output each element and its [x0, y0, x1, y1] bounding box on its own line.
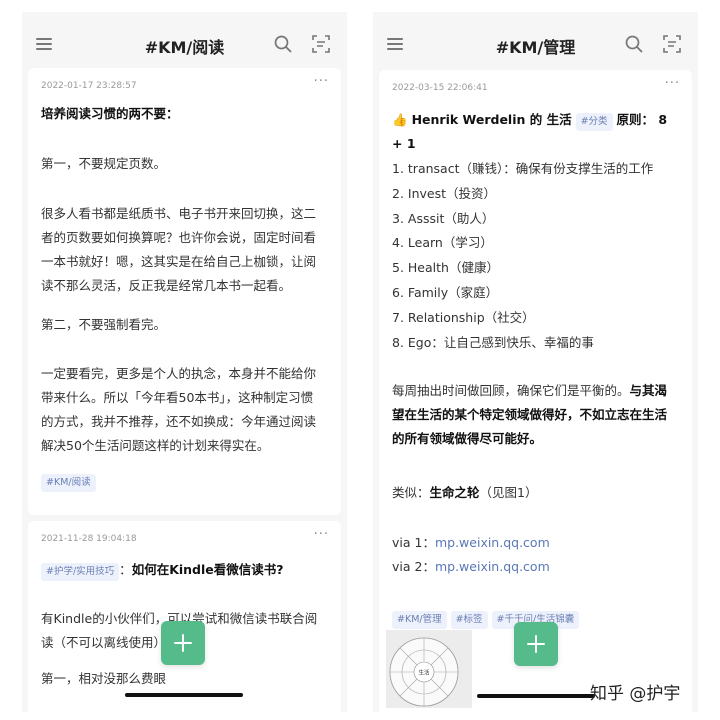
- memo-paragraph: 一定要看完，更多是个人的执念，本身并不能给你 带来什么。所以「今年看50本书」，这…: [41, 366, 317, 453]
- list-item: 4. Learn（学习）: [392, 235, 493, 251]
- life-wheel-image[interactable]: 生活: [386, 630, 472, 708]
- memo-tag[interactable]: #KM/管理: [392, 611, 447, 629]
- memo-tag[interactable]: #KM/阅读: [41, 474, 96, 492]
- memo-card[interactable]: 2022-03-15 22:06:41 ··· 👍 Henrik Werdeli…: [379, 70, 692, 712]
- memo-tag[interactable]: #标签: [450, 611, 488, 629]
- scan-icon[interactable]: [662, 34, 682, 54]
- top-bar: #KM/阅读: [22, 30, 347, 60]
- page-title: #KM/管理: [495, 38, 576, 57]
- principles-list: 1. transact（赚钱）：确保有份支撑生活的工作 2. Invest（投资…: [392, 157, 680, 355]
- more-options-icon[interactable]: ···: [665, 76, 680, 91]
- memo-heading: 如何在Kindle看微信读书?: [131, 562, 284, 577]
- phone-right: #KM/管理 2022-03-15 22:06:41 ··· 👍 Henrik …: [373, 12, 698, 712]
- add-memo-button[interactable]: [161, 621, 205, 665]
- memo-tag[interactable]: #分类: [575, 113, 613, 131]
- memo-timestamp: 2021-11-28 19:04:18: [41, 534, 137, 544]
- home-indicator: [477, 694, 595, 698]
- list-item: 7. Relationship（社交）: [392, 309, 535, 325]
- memo-paragraph: 第二，不要强制看完。: [41, 317, 167, 332]
- memo-card[interactable]: 2021-11-28 19:04:18 ··· #护学/实用技巧 ：如何在Kind…: [28, 521, 341, 712]
- add-memo-button[interactable]: [514, 622, 558, 666]
- list-item: 5. Health（健康）: [392, 260, 499, 276]
- phone-left: #KM/阅读 2022-01-17 23:28:57 ··· 培养阅读习惯的两不…: [22, 12, 347, 712]
- scan-icon[interactable]: [311, 34, 331, 54]
- list-item: 8. Ego：让自己感到快乐、幸福的事: [392, 334, 594, 350]
- link[interactable]: mp.weixin.qq.com: [435, 559, 550, 574]
- top-bar: #KM/管理: [373, 30, 698, 60]
- memo-timestamp: 2022-01-17 23:28:57: [41, 81, 137, 91]
- memo-paragraph: 第一，不要规定页数。: [41, 156, 167, 171]
- list-item: 2. Invest（投资）: [392, 185, 497, 201]
- memo-title-line: #护学/实用技巧 ：如何在Kindle看微信读书?: [41, 558, 329, 582]
- memo-paragraph: 第一，相对没那么费眼: [41, 671, 167, 686]
- more-options-icon[interactable]: ···: [314, 74, 329, 89]
- list-item: 1. transact（赚钱）：确保有份支撑生活的工作: [392, 161, 654, 176]
- memo-paragraph: 很多人看书都是纸质书、电子书开来回切换，这二 者的页数要如何换算呢？也许你会说，固…: [41, 206, 317, 293]
- thumbs-up-icon: 👍: [392, 112, 408, 127]
- via-links: via 1：mp.weixin.qq.com via 2：mp.weixin.q…: [392, 535, 550, 574]
- more-options-icon[interactable]: ···: [314, 527, 329, 542]
- memo-heading: 培养阅读习惯的两不要：: [41, 106, 179, 121]
- memo-card[interactable]: 2022-01-17 23:28:57 ··· 培养阅读习惯的两不要： 第一，不…: [28, 68, 341, 515]
- memo-paragraph: 类似：生命之轮（见图1）: [392, 485, 538, 500]
- home-indicator: [125, 693, 243, 697]
- memo-timestamp: 2022-03-15 22:06:41: [392, 83, 488, 93]
- search-icon[interactable]: [624, 34, 644, 54]
- memo-tag[interactable]: #护学/实用技巧: [41, 563, 120, 581]
- search-icon[interactable]: [273, 34, 293, 54]
- memo-heading-line: 👍 Henrik Werdelin 的 生活 #分类 原则： 8 + 1: [392, 112, 668, 151]
- link[interactable]: mp.weixin.qq.com: [435, 535, 550, 550]
- list-item: 3. Asssit（助人）: [392, 210, 495, 226]
- memo-heading: Henrik Werdelin 的 生活: [411, 112, 572, 127]
- wheel-center-label: 生活: [418, 669, 430, 677]
- list-item: 6. Family（家庭）: [392, 284, 499, 300]
- memo-paragraph: 每周抽出时间做回顾，确保它们是平衡的。与其渴 望在生活的某个特定领域做得好，不如…: [392, 383, 668, 446]
- page-title: #KM/阅读: [144, 38, 225, 57]
- watermark-text: 知乎 @护宇: [590, 684, 681, 704]
